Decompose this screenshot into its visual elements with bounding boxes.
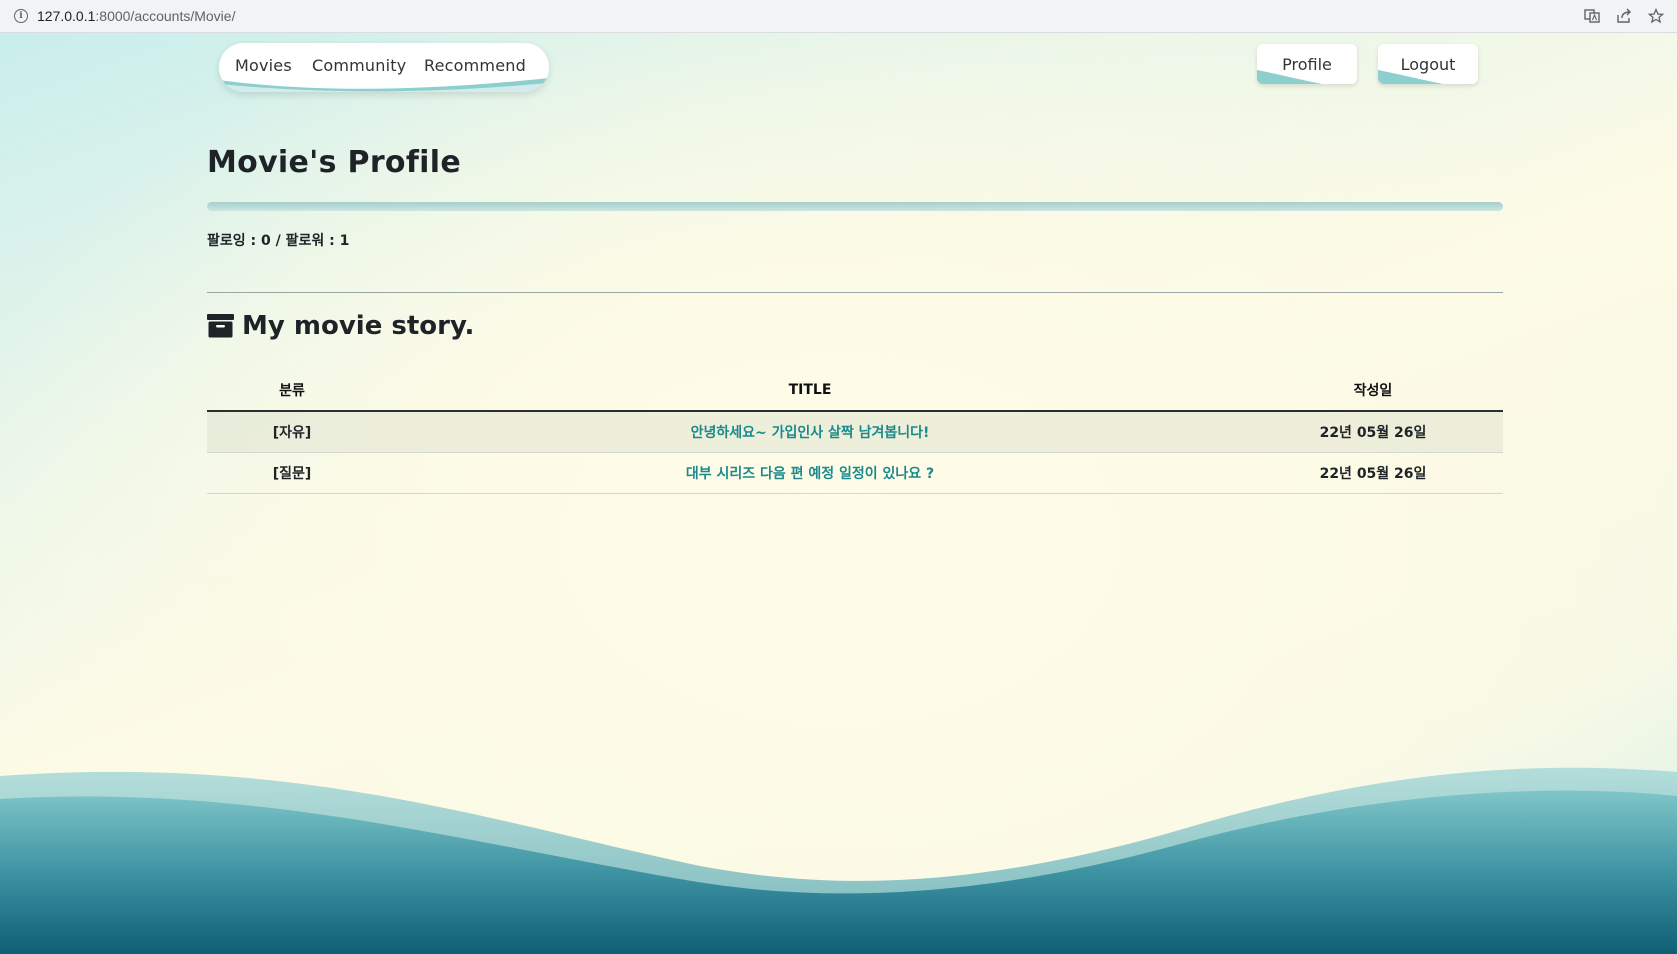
table-row: [질문] 대부 시리즈 다음 편 예정 일정이 있나요 ? 22년 05월 26… bbox=[207, 452, 1503, 494]
section-divider bbox=[207, 292, 1503, 293]
bookmark-star-icon[interactable] bbox=[1647, 7, 1665, 25]
row-date: 22년 05월 26일 bbox=[1243, 452, 1503, 494]
logout-button-label: Logout bbox=[1400, 55, 1456, 74]
nav-movies-link[interactable]: Movies bbox=[235, 56, 292, 75]
column-header-category: 분류 bbox=[207, 370, 377, 412]
row-category: [자유] bbox=[207, 411, 377, 453]
url-field[interactable]: 127.0.0.1:8000/accounts/Movie/ bbox=[37, 8, 235, 24]
profile-button[interactable]: Profile bbox=[1257, 44, 1357, 84]
row-title-link[interactable]: 안녕하세요~ 가입인사 살짝 남겨봅니다! bbox=[377, 411, 1243, 453]
table-header-row: 분류 TITLE 작성일 bbox=[207, 370, 1503, 412]
table-row: [자유] 안녕하세요~ 가입인사 살짝 남겨봅니다! 22년 05월 26일 bbox=[207, 411, 1503, 453]
share-icon[interactable] bbox=[1615, 7, 1633, 25]
translate-icon[interactable] bbox=[1583, 7, 1601, 25]
url-path: :8000/accounts/Movie/ bbox=[95, 8, 236, 24]
nav-community-link[interactable]: Community bbox=[312, 56, 406, 75]
archive-box-icon bbox=[207, 314, 234, 338]
column-header-title: TITLE bbox=[377, 370, 1243, 412]
nav-recommend-link[interactable]: Recommend bbox=[424, 56, 526, 75]
story-heading: My movie story. bbox=[207, 309, 474, 343]
story-heading-text: My movie story. bbox=[242, 311, 475, 341]
page-title: Movie's Profile bbox=[207, 145, 461, 180]
site-info-icon[interactable]: i bbox=[14, 9, 28, 23]
row-date: 22년 05월 26일 bbox=[1243, 411, 1503, 453]
nav-swoosh-decoration bbox=[219, 78, 549, 92]
row-category: [질문] bbox=[207, 452, 377, 494]
logout-button[interactable]: Logout bbox=[1378, 44, 1478, 84]
url-host: 127.0.0.1 bbox=[37, 8, 96, 24]
column-header-date: 작성일 bbox=[1243, 370, 1503, 412]
follow-count: 팔로잉 : 0 / 팔로워 : 1 bbox=[207, 233, 350, 249]
story-table: 분류 TITLE 작성일 [자유] 안녕하세요~ 가입인사 살짝 남겨봅니다! … bbox=[207, 370, 1503, 494]
main-nav: Movies Community Recommend bbox=[219, 43, 549, 92]
profile-button-label: Profile bbox=[1282, 55, 1332, 74]
title-underline-bar bbox=[207, 202, 1503, 211]
row-title-link[interactable]: 대부 시리즈 다음 편 예정 일정이 있나요 ? bbox=[377, 452, 1243, 494]
bottom-wave-decoration bbox=[0, 767, 1677, 954]
page-content: Movies Community Recommend Profile Logou… bbox=[0, 33, 1677, 954]
browser-address-bar: i 127.0.0.1:8000/accounts/Movie/ bbox=[0, 0, 1677, 33]
